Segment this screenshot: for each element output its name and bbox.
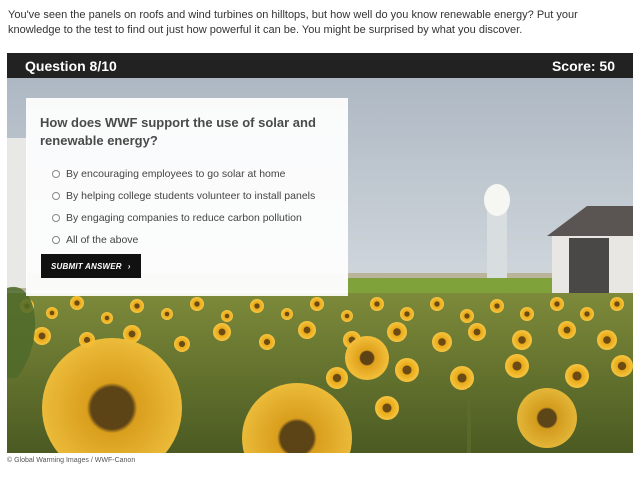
answer-option[interactable]: By engaging companies to reduce carbon p… bbox=[40, 207, 334, 229]
score-display: Score: 50 bbox=[551, 57, 615, 74]
submit-answer-label: SUBMIT ANSWER bbox=[51, 261, 122, 271]
radio-button[interactable] bbox=[52, 170, 60, 178]
answer-options: By encouraging employees to go solar at … bbox=[40, 163, 334, 251]
radio-button[interactable] bbox=[52, 236, 60, 244]
photo-credit: © Global Warming Images / WWF-Canon bbox=[7, 457, 136, 464]
question-card: How does WWF support the use of solar an… bbox=[26, 98, 348, 296]
answer-option-label: By helping college students volunteer to… bbox=[66, 190, 316, 202]
answer-option[interactable]: By helping college students volunteer to… bbox=[40, 185, 334, 207]
radio-button[interactable] bbox=[52, 192, 60, 200]
answer-option[interactable]: All of the above bbox=[40, 229, 334, 251]
question-text: How does WWF support the use of solar an… bbox=[40, 115, 316, 148]
chevron-right-icon: › bbox=[127, 261, 131, 271]
answer-option-label: By encouraging employees to go solar at … bbox=[66, 168, 286, 180]
quiz-header: Question 8/10 Score: 50 bbox=[7, 53, 633, 78]
answer-option[interactable]: By encouraging employees to go solar at … bbox=[40, 163, 334, 185]
submit-answer-button[interactable]: SUBMIT ANSWER › bbox=[41, 254, 141, 278]
answer-option-label: All of the above bbox=[66, 234, 139, 246]
radio-button[interactable] bbox=[52, 214, 60, 222]
question-counter: Question 8/10 bbox=[25, 57, 117, 74]
quiz-panel: Question 8/10 Score: 50 How does WWF sup… bbox=[7, 53, 633, 453]
intro-text: You've seen the panels on roofs and wind… bbox=[8, 9, 578, 36]
answer-option-label: By engaging companies to reduce carbon p… bbox=[66, 212, 302, 224]
